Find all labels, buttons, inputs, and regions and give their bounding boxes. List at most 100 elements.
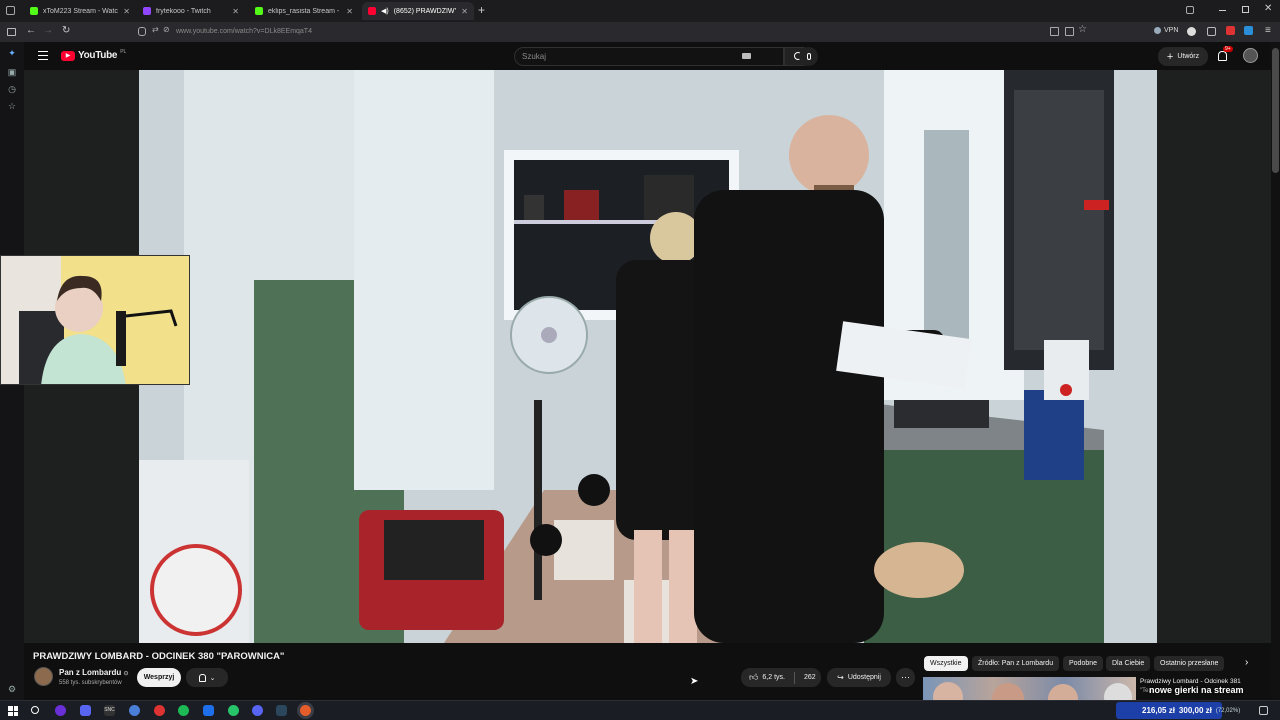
- mouse-cursor-icon: ➤: [690, 676, 699, 687]
- sidebar-add-icon[interactable]: ✦: [7, 48, 17, 58]
- ticker-widget[interactable]: 216,05 zł 300,00 zł (72,02%): [1116, 702, 1240, 719]
- channel-avatar[interactable]: [34, 667, 53, 686]
- close-tab-icon[interactable]: ✕: [346, 7, 353, 16]
- hamburger-menu-icon[interactable]: [38, 51, 48, 60]
- extension-icon[interactable]: [1187, 27, 1196, 36]
- close-window-icon[interactable]: ✕: [1264, 3, 1272, 14]
- support-button[interactable]: Wesprzyj: [137, 668, 181, 687]
- sidebar-bookmarks-icon[interactable]: ☆: [7, 101, 17, 111]
- url-field[interactable]: www.youtube.com/watch?v=DLk8EEmqaT4: [176, 28, 312, 35]
- recommended-video-thumbnail[interactable]: [923, 677, 1136, 700]
- sidebar-wallet-icon[interactable]: ▣: [7, 67, 17, 77]
- chips-next-icon[interactable]: ›: [1245, 657, 1248, 668]
- subscriber-count: 558 tys. subskrybentów: [59, 680, 122, 686]
- search-icon[interactable]: [31, 706, 39, 714]
- taskbar: SNC 216,05 zł 300,00 zł (72,02%): [0, 700, 1280, 720]
- notifications-bell-icon[interactable]: [1218, 51, 1227, 61]
- channel-name[interactable]: Pan z Lombardu ⊙: [59, 668, 129, 677]
- minimize-icon[interactable]: [1219, 10, 1226, 11]
- extension-icon[interactable]: [1244, 26, 1253, 35]
- app-icon[interactable]: [228, 705, 239, 716]
- install-app-icon[interactable]: [1050, 27, 1059, 36]
- bookmark-star-icon[interactable]: ☆: [1078, 24, 1087, 35]
- video-player[interactable]: [24, 70, 1271, 643]
- microphone-icon: [806, 53, 811, 60]
- recommended-video-title[interactable]: Prawdziwy Lombard - Odcinek 381: [1140, 678, 1241, 685]
- share-button[interactable]: ↪ Udostępnij: [827, 668, 891, 687]
- sidebar-settings-icon[interactable]: ⚙: [7, 684, 17, 694]
- tracking-icon[interactable]: ⇄: [152, 25, 159, 34]
- voice-search-button[interactable]: [799, 47, 818, 66]
- chip-all[interactable]: Wszystkie: [924, 656, 968, 671]
- chip-recently-uploaded[interactable]: Ostatnio przesłane: [1154, 656, 1225, 671]
- like-count[interactable]: 6,2 tys.: [762, 674, 785, 681]
- browser-icon[interactable]: [300, 705, 311, 716]
- sidebar-toggle-icon[interactable]: [7, 28, 16, 36]
- bell-icon: [198, 673, 206, 682]
- kick-favicon-icon: [30, 7, 38, 15]
- stream-overlay-text: nowe gierki na stream: [1149, 685, 1244, 695]
- forward-icon[interactable]: →: [43, 25, 53, 36]
- video-frame-image: [24, 70, 1271, 643]
- app-icon[interactable]: [203, 705, 214, 716]
- close-tab-icon[interactable]: ✕: [123, 7, 130, 16]
- create-button[interactable]: + Utwórz: [1158, 47, 1208, 66]
- address-bar-row: ← → ↻ ⇄ ⊘ www.youtube.com/watch?v=DLk8EE…: [0, 22, 1280, 42]
- vpn-shield-icon: [1154, 27, 1161, 34]
- app-icon[interactable]: [55, 705, 66, 716]
- chip-related[interactable]: Podobne: [1063, 656, 1104, 671]
- streamer-webcam-overlay: [0, 255, 190, 385]
- steam-icon[interactable]: [276, 705, 287, 716]
- windows-start-icon[interactable]: [8, 706, 18, 716]
- share-arrow-icon: ↪: [837, 673, 844, 682]
- dislike-count[interactable]: 262: [804, 674, 816, 681]
- tab-search-icon[interactable]: [1186, 6, 1194, 14]
- notification-center-icon[interactable]: [1259, 706, 1268, 715]
- avatar[interactable]: [1243, 48, 1258, 63]
- app-icon[interactable]: [129, 705, 140, 716]
- screenshot-icon[interactable]: [1065, 27, 1074, 36]
- app-icon[interactable]: [154, 705, 165, 716]
- video-title: PRAWDZIWY LOMBARD - ODCINEK 380 "PAROWNI…: [33, 651, 285, 662]
- tab-frytekooo[interactable]: frytekooo - Twitch ✕: [137, 2, 245, 20]
- maximize-icon[interactable]: [1242, 6, 1249, 13]
- close-tab-icon[interactable]: ✕: [461, 7, 468, 16]
- extension-icon[interactable]: [1207, 27, 1216, 36]
- discord-icon[interactable]: [252, 705, 263, 716]
- scrollbar-thumb[interactable]: [1272, 48, 1279, 173]
- chip-source[interactable]: Źródło: Pan z Lombardu: [972, 656, 1060, 671]
- chevron-down-icon: ⌄: [209, 674, 216, 682]
- speaker-icon[interactable]: ◀): [381, 7, 389, 15]
- close-tab-icon[interactable]: ✕: [232, 7, 239, 16]
- back-icon[interactable]: ←: [26, 25, 36, 36]
- spotify-icon[interactable]: [178, 705, 189, 716]
- chip-for-you[interactable]: Dla Ciebie: [1106, 656, 1151, 671]
- site-info-icon[interactable]: [138, 27, 146, 36]
- sidebar-history-icon[interactable]: ◷: [7, 84, 17, 94]
- app-icon[interactable]: [80, 705, 91, 716]
- subscribed-notifications-button[interactable]: ⌄: [186, 668, 228, 687]
- thumbs-up-icon[interactable]: 👍︎: [749, 672, 758, 683]
- tab-eklips[interactable]: eklips_rasista Stream - Kick ✕: [249, 2, 359, 20]
- tab-xtom223[interactable]: xToM223 Stream - Watch L ✕: [24, 2, 136, 20]
- webcam-image: [1, 256, 189, 384]
- more-actions-button[interactable]: ⋯: [896, 668, 915, 687]
- youtube-logo[interactable]: ▶ YouTube PL: [61, 49, 126, 61]
- vpn-badge[interactable]: VPN: [1154, 27, 1178, 34]
- keyboard-icon[interactable]: [742, 53, 751, 59]
- verified-check-icon: ⊙: [123, 671, 129, 677]
- app-icon[interactable]: SNC: [104, 705, 115, 716]
- plus-icon: +: [1166, 50, 1174, 63]
- like-dislike-group: 👍︎ 6,2 tys. 262: [741, 668, 821, 687]
- reload-icon[interactable]: ↻: [62, 25, 70, 36]
- browser-tab-strip: xToM223 Stream - Watch L ✕ frytekooo - T…: [0, 0, 1280, 22]
- new-tab-button[interactable]: +: [478, 3, 485, 17]
- browser-menu-icon[interactable]: ≡: [1265, 25, 1271, 36]
- browser-menu-icon[interactable]: [6, 6, 15, 15]
- notification-count-badge: 9+: [1223, 46, 1233, 52]
- tab-youtube-active[interactable]: ◀) (8652) PRAWDZIWY LOMB ✕: [362, 2, 474, 20]
- extension-icon[interactable]: [1226, 26, 1235, 35]
- twitch-favicon-icon: [143, 7, 151, 15]
- more-horizontal-icon: ⋯: [901, 672, 910, 682]
- camera-off-icon[interactable]: ⊘: [163, 25, 170, 34]
